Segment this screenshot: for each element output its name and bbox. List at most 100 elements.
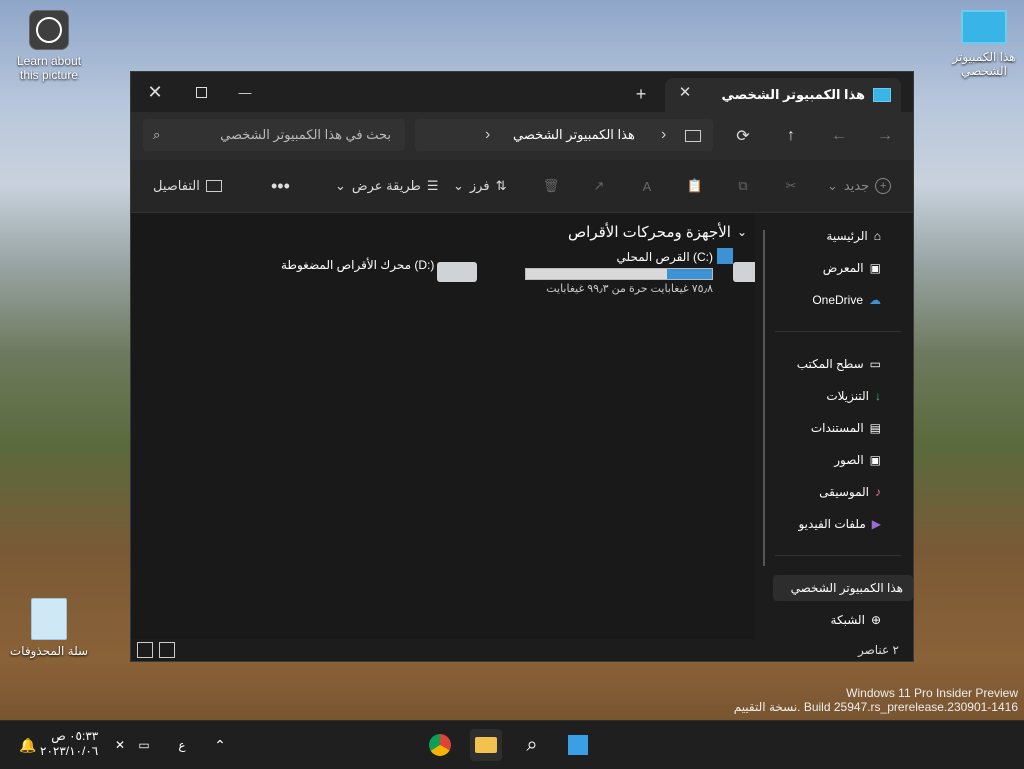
section-header[interactable]: الأجهزة ومحركات الأقراص ⌄: [568, 223, 747, 241]
nav-item-onedrive[interactable]: ☁ OneDrive: [812, 287, 881, 313]
back-button[interactable]: ←: [825, 122, 853, 150]
camera-icon: [29, 10, 69, 50]
view-chevron-icon: ⌄: [335, 178, 346, 193]
view-button[interactable]: ⌄ طريقة عرض ☰: [335, 174, 439, 198]
view-label: طريقة عرض: [351, 178, 421, 193]
nav-label-desktop: سطح المكتب: [796, 357, 864, 371]
details-pane-icon: [205, 180, 222, 192]
monitor-icon: [961, 10, 1007, 44]
breadcrumb-this-pc[interactable]: هذا الكمبيوتر الشخصي: [513, 127, 635, 143]
drive-d-name: محرك الأقراص المضغوطة (D:): [281, 258, 435, 272]
nav-item-this-pc[interactable]: هذا الكمبيوتر الشخصي: [773, 575, 913, 601]
tab-title: هذا الكمبيوتر الشخصي: [721, 87, 865, 102]
nav-item-videos[interactable]: ▶ ملفات الفيديو: [798, 511, 881, 537]
volume-muted-icon[interactable]: ✕: [104, 729, 136, 761]
new-tab-button[interactable]: +: [627, 80, 655, 108]
start-icon[interactable]: [562, 729, 594, 761]
maximize-button[interactable]: [187, 78, 215, 106]
new-plus-icon: +: [875, 178, 892, 194]
status-bar: ٢ عناصر: [131, 639, 913, 661]
watermark-build: نسخة التقييم. Build 25947.rs_prerelease.…: [733, 700, 1018, 714]
more-options-button[interactable]: •••: [271, 174, 290, 198]
title-bar: ✕ — + هذا الكمبيوتر الشخصي ✕: [131, 72, 913, 112]
nav-label-onedrive: OneDrive: [812, 293, 863, 307]
sort-icon: ⇅: [495, 178, 507, 193]
nav-label-network: الشبكة: [830, 613, 865, 627]
nav-item-gallery[interactable]: ▣ المعرض: [823, 255, 881, 281]
nav-label-pictures: الصور: [834, 453, 864, 467]
document-icon: ▤: [869, 421, 881, 435]
show-hidden-icons-chevron-icon[interactable]: ⌃: [204, 729, 236, 761]
desktop-icon-learn[interactable]: Learn about this picture: [9, 10, 89, 82]
minimize-button[interactable]: —: [231, 78, 259, 106]
address-chevron-icon: ›: [485, 126, 491, 143]
drive-c-free-space: ٧٥٫٨ غيغابايت حرة من ٩٩٫٣ غيغابايت: [546, 283, 713, 295]
search-icon[interactable]: ⌕: [516, 729, 548, 761]
nav-scrollbar[interactable]: [763, 230, 765, 566]
drive-d[interactable]: محرك الأقراص المضغوطة (D:): [281, 248, 481, 288]
details-view-button[interactable]: [159, 642, 175, 658]
nav-divider: [775, 331, 901, 332]
watermark: Windows 11 Pro Insider Preview نسخة التق…: [734, 686, 1018, 714]
refresh-button[interactable]: ⟳: [729, 122, 757, 150]
details-button[interactable]: التفاصيل: [153, 174, 222, 198]
video-icon: ▶: [871, 517, 881, 531]
delete-icon[interactable]: 🗑: [541, 174, 561, 198]
nav-divider: [775, 555, 901, 556]
nav-label-videos: ملفات الفيديو: [798, 517, 866, 531]
watermark-edition: Windows 11 Pro Insider Preview: [846, 686, 1018, 700]
nav-item-music[interactable]: ♪ الموسيقى: [819, 479, 881, 505]
tab-close-icon[interactable]: ✕: [675, 81, 695, 103]
nav-item-home[interactable]: ⌂ الرئيسية: [826, 223, 881, 249]
sort-button[interactable]: ⌄ فرز ⇅: [453, 174, 506, 198]
new-label: جديد: [843, 178, 870, 193]
this-pc-label: هذا الكمبيوتر الشخصي: [952, 50, 1016, 78]
nav-label-gallery: المعرض: [822, 261, 864, 275]
nav-label-downloads: التنزيلات: [826, 389, 869, 403]
new-button[interactable]: ⌄ جديد +: [827, 174, 892, 198]
drive-c[interactable]: القرص المحلي (C:) ٧٥٫٨ غيغابايت حرة من ٩…: [493, 248, 773, 296]
music-icon: ♪: [875, 485, 881, 499]
notification-bell-icon[interactable]: 🔔: [12, 729, 44, 761]
navigation-pane: ⌂ الرئيسية ▣ المعرض ☁ OneDrive ▭ سطح المكتب …: [755, 213, 913, 639]
search-input: بحث في هذا الكمبيوتر الشخصي: [220, 127, 391, 142]
nav-item-desktop[interactable]: ▭ سطح المكتب: [797, 351, 881, 377]
collapse-chevron-icon: ⌄: [736, 225, 747, 239]
address-toolbar: ⌕ بحث في هذا الكمبيوتر الشخصي › هذا الكم…: [131, 112, 913, 160]
search-icon: ⌕: [153, 127, 161, 142]
file-explorer-icon[interactable]: [470, 729, 502, 761]
nav-item-documents[interactable]: ▤ المستندات: [811, 415, 881, 441]
windows-icon: [717, 248, 733, 264]
clock[interactable]: ٠٥:٣٣ ص ٢٠٢٣/١٠/٠٦: [40, 729, 98, 759]
tab-this-pc[interactable]: هذا الكمبيوتر الشخصي ✕: [665, 78, 901, 112]
view-list-icon: ☰: [426, 178, 439, 193]
close-button[interactable]: ✕: [141, 78, 169, 106]
forward-button[interactable]: →: [871, 122, 899, 150]
download-icon: ↓: [875, 389, 881, 403]
sort-chevron-icon: ⌄: [453, 178, 464, 193]
nav-item-network[interactable]: ⊕ الشبكة: [831, 607, 881, 633]
search-box[interactable]: ⌕ بحث في هذا الكمبيوتر الشخصي: [143, 119, 405, 151]
large-icons-view-button[interactable]: [137, 642, 153, 658]
copy-icon[interactable]: ⧉: [733, 174, 753, 198]
section-title: الأجهزة ومحركات الأقراص: [568, 224, 731, 241]
chrome-icon[interactable]: [424, 729, 456, 761]
recycle-bin-label: سلة المحذوفات: [9, 644, 89, 658]
nav-item-pictures[interactable]: ▣ الصور: [834, 447, 881, 473]
desktop-icon-recycle[interactable]: سلة المحذوفات: [9, 598, 89, 658]
desktop-icon-this-pc[interactable]: هذا الكمبيوتر الشخصي: [944, 10, 1024, 78]
address-bar[interactable]: › هذا الكمبيوتر الشخصي ›: [415, 119, 713, 151]
drive-c-usage-fill: [667, 269, 712, 279]
pc-icon: [685, 130, 701, 142]
clock-time: ٠٥:٣٣ ص: [51, 729, 99, 743]
new-chevron-icon: ⌄: [827, 178, 838, 193]
drive-c-usage-bar: [525, 268, 713, 280]
rename-icon[interactable]: A: [637, 174, 657, 198]
input-language-indicator[interactable]: ع: [166, 729, 198, 761]
up-button[interactable]: ↑: [777, 122, 805, 150]
paste-icon[interactable]: 📋: [685, 174, 705, 198]
share-icon[interactable]: ↗: [589, 174, 609, 198]
nav-label-documents: المستندات: [810, 421, 864, 435]
cut-icon[interactable]: ✂: [781, 174, 801, 198]
nav-item-downloads[interactable]: ↓ التنزيلات: [826, 383, 881, 409]
